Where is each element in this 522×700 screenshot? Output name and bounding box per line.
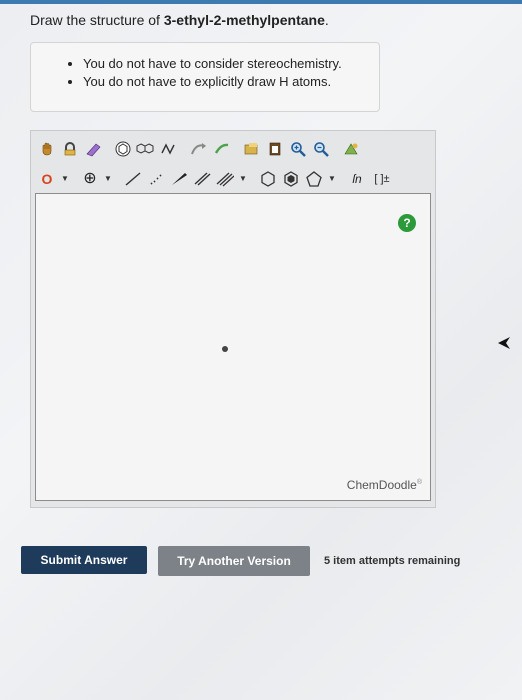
instructions-box: You do not have to consider stereochemis… <box>30 42 380 112</box>
double-bond-icon[interactable] <box>192 169 212 189</box>
lasso-select-icon[interactable] <box>60 139 80 159</box>
compound-name: 3-ethyl-2-methylpentane <box>163 12 325 28</box>
template-ring-icon[interactable] <box>113 139 133 159</box>
instruction-item: You do not have to explicitly draw H ato… <box>83 73 379 91</box>
chemdoodle-brand: ChemDoodle® <box>346 478 422 492</box>
instructions-list: You do not have to consider stereochemis… <box>31 55 379 91</box>
clipboard-icon[interactable] <box>265 139 285 159</box>
toolbar-row-1 <box>37 137 361 161</box>
chevron-down-icon[interactable]: ▼ <box>103 169 113 189</box>
zoom-out-icon[interactable] <box>311 139 331 159</box>
hashed-bond-icon[interactable] <box>146 169 166 189</box>
eraser-icon[interactable] <box>83 139 103 159</box>
top-accent-bar <box>0 0 522 4</box>
copy-structure-icon[interactable] <box>242 139 262 159</box>
drawing-canvas[interactable]: ? ChemDoodle® <box>35 193 431 501</box>
hand-pan-icon[interactable] <box>37 139 57 159</box>
chevron-down-icon[interactable]: ▼ <box>238 169 248 189</box>
charge-bracket-button[interactable]: [ ]± <box>370 169 394 189</box>
sn-bracket-button[interactable]: ſn <box>347 169 367 189</box>
zoom-in-icon[interactable] <box>288 139 308 159</box>
help-button[interactable]: ? <box>398 214 416 232</box>
chain-ring-icon[interactable] <box>159 139 179 159</box>
attempts-remaining-text: 5 item attempts remaining <box>324 555 461 567</box>
pentagon-ring-icon[interactable] <box>304 169 324 189</box>
canvas-center-point <box>222 346 228 352</box>
submit-answer-button[interactable]: Submit Answer <box>21 546 147 574</box>
toolbar-row-2: O ▼ ⊕ ▼ ▼ ▼ ſn []± <box>37 167 394 191</box>
benzene-ring-icon[interactable] <box>281 169 301 189</box>
single-bond-icon[interactable] <box>123 169 143 189</box>
fused-ring-icon[interactable] <box>136 139 156 159</box>
chevron-down-icon[interactable]: ▼ <box>327 169 337 189</box>
try-another-version-button[interactable]: Try Another Version <box>158 546 310 576</box>
question-prompt: Draw the structure of 3-ethyl-2-methylpe… <box>30 12 329 28</box>
atom-label-button[interactable]: O <box>37 169 57 189</box>
arrow-curved-icon[interactable] <box>189 139 209 159</box>
arrow-green-icon[interactable] <box>212 139 232 159</box>
clean-structure-icon[interactable] <box>341 139 361 159</box>
charge-plus-button[interactable]: ⊕ <box>80 169 100 189</box>
hexagon-ring-icon[interactable] <box>258 169 278 189</box>
triple-bond-icon[interactable] <box>215 169 235 189</box>
chevron-down-icon[interactable]: ▼ <box>60 169 70 189</box>
mouse-cursor-icon <box>497 336 511 355</box>
instruction-item: You do not have to consider stereochemis… <box>83 55 379 73</box>
wedge-bond-icon[interactable] <box>169 169 189 189</box>
chemdoodle-editor: O ▼ ⊕ ▼ ▼ ▼ ſn []± ? ChemDoodle® <box>30 130 436 508</box>
